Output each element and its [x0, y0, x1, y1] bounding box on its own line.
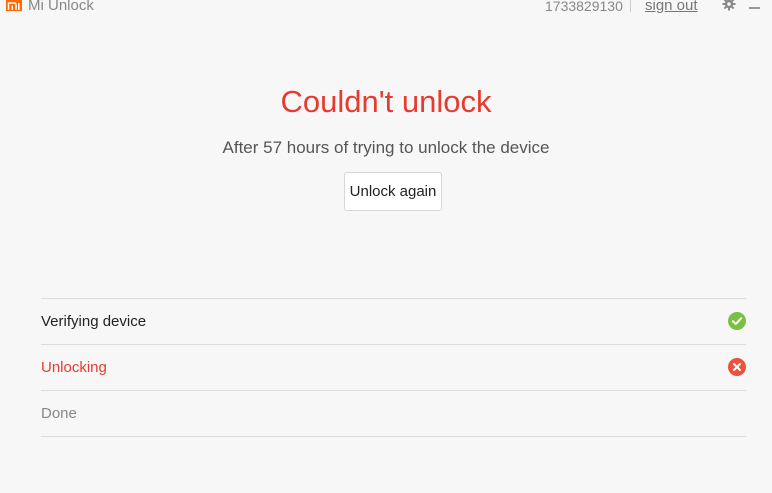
divider [630, 0, 631, 12]
step-done: Done [41, 391, 746, 437]
page-title: Couldn't unlock [280, 84, 492, 119]
check-circle-icon [728, 312, 746, 330]
account-id: 1733829130 [545, 0, 623, 14]
step-label: Verifying device [41, 313, 147, 330]
progress-steps: Verifying device Unlocking Done [41, 298, 746, 437]
app-title: Mi Unlock [28, 0, 94, 14]
status-message: After 57 hours of trying to unlock the d… [222, 138, 550, 157]
mi-unlock-window: Mi Unlock 1733829130 sign out Couldn't u… [0, 0, 772, 493]
step-unlocking: Unlocking [41, 345, 746, 391]
minimize-icon[interactable] [749, 7, 760, 9]
title-bar: Mi Unlock 1733829130 sign out [0, 0, 772, 16]
step-label: Unlocking [41, 359, 107, 376]
mi-logo-icon [6, 0, 22, 11]
x-circle-icon [728, 358, 746, 376]
step-verifying-device: Verifying device [41, 299, 746, 345]
sign-out-link[interactable]: sign out [645, 0, 698, 15]
step-label: Done [41, 405, 77, 422]
unlock-again-button[interactable]: Unlock again [344, 172, 442, 211]
gear-icon[interactable] [722, 0, 736, 11]
